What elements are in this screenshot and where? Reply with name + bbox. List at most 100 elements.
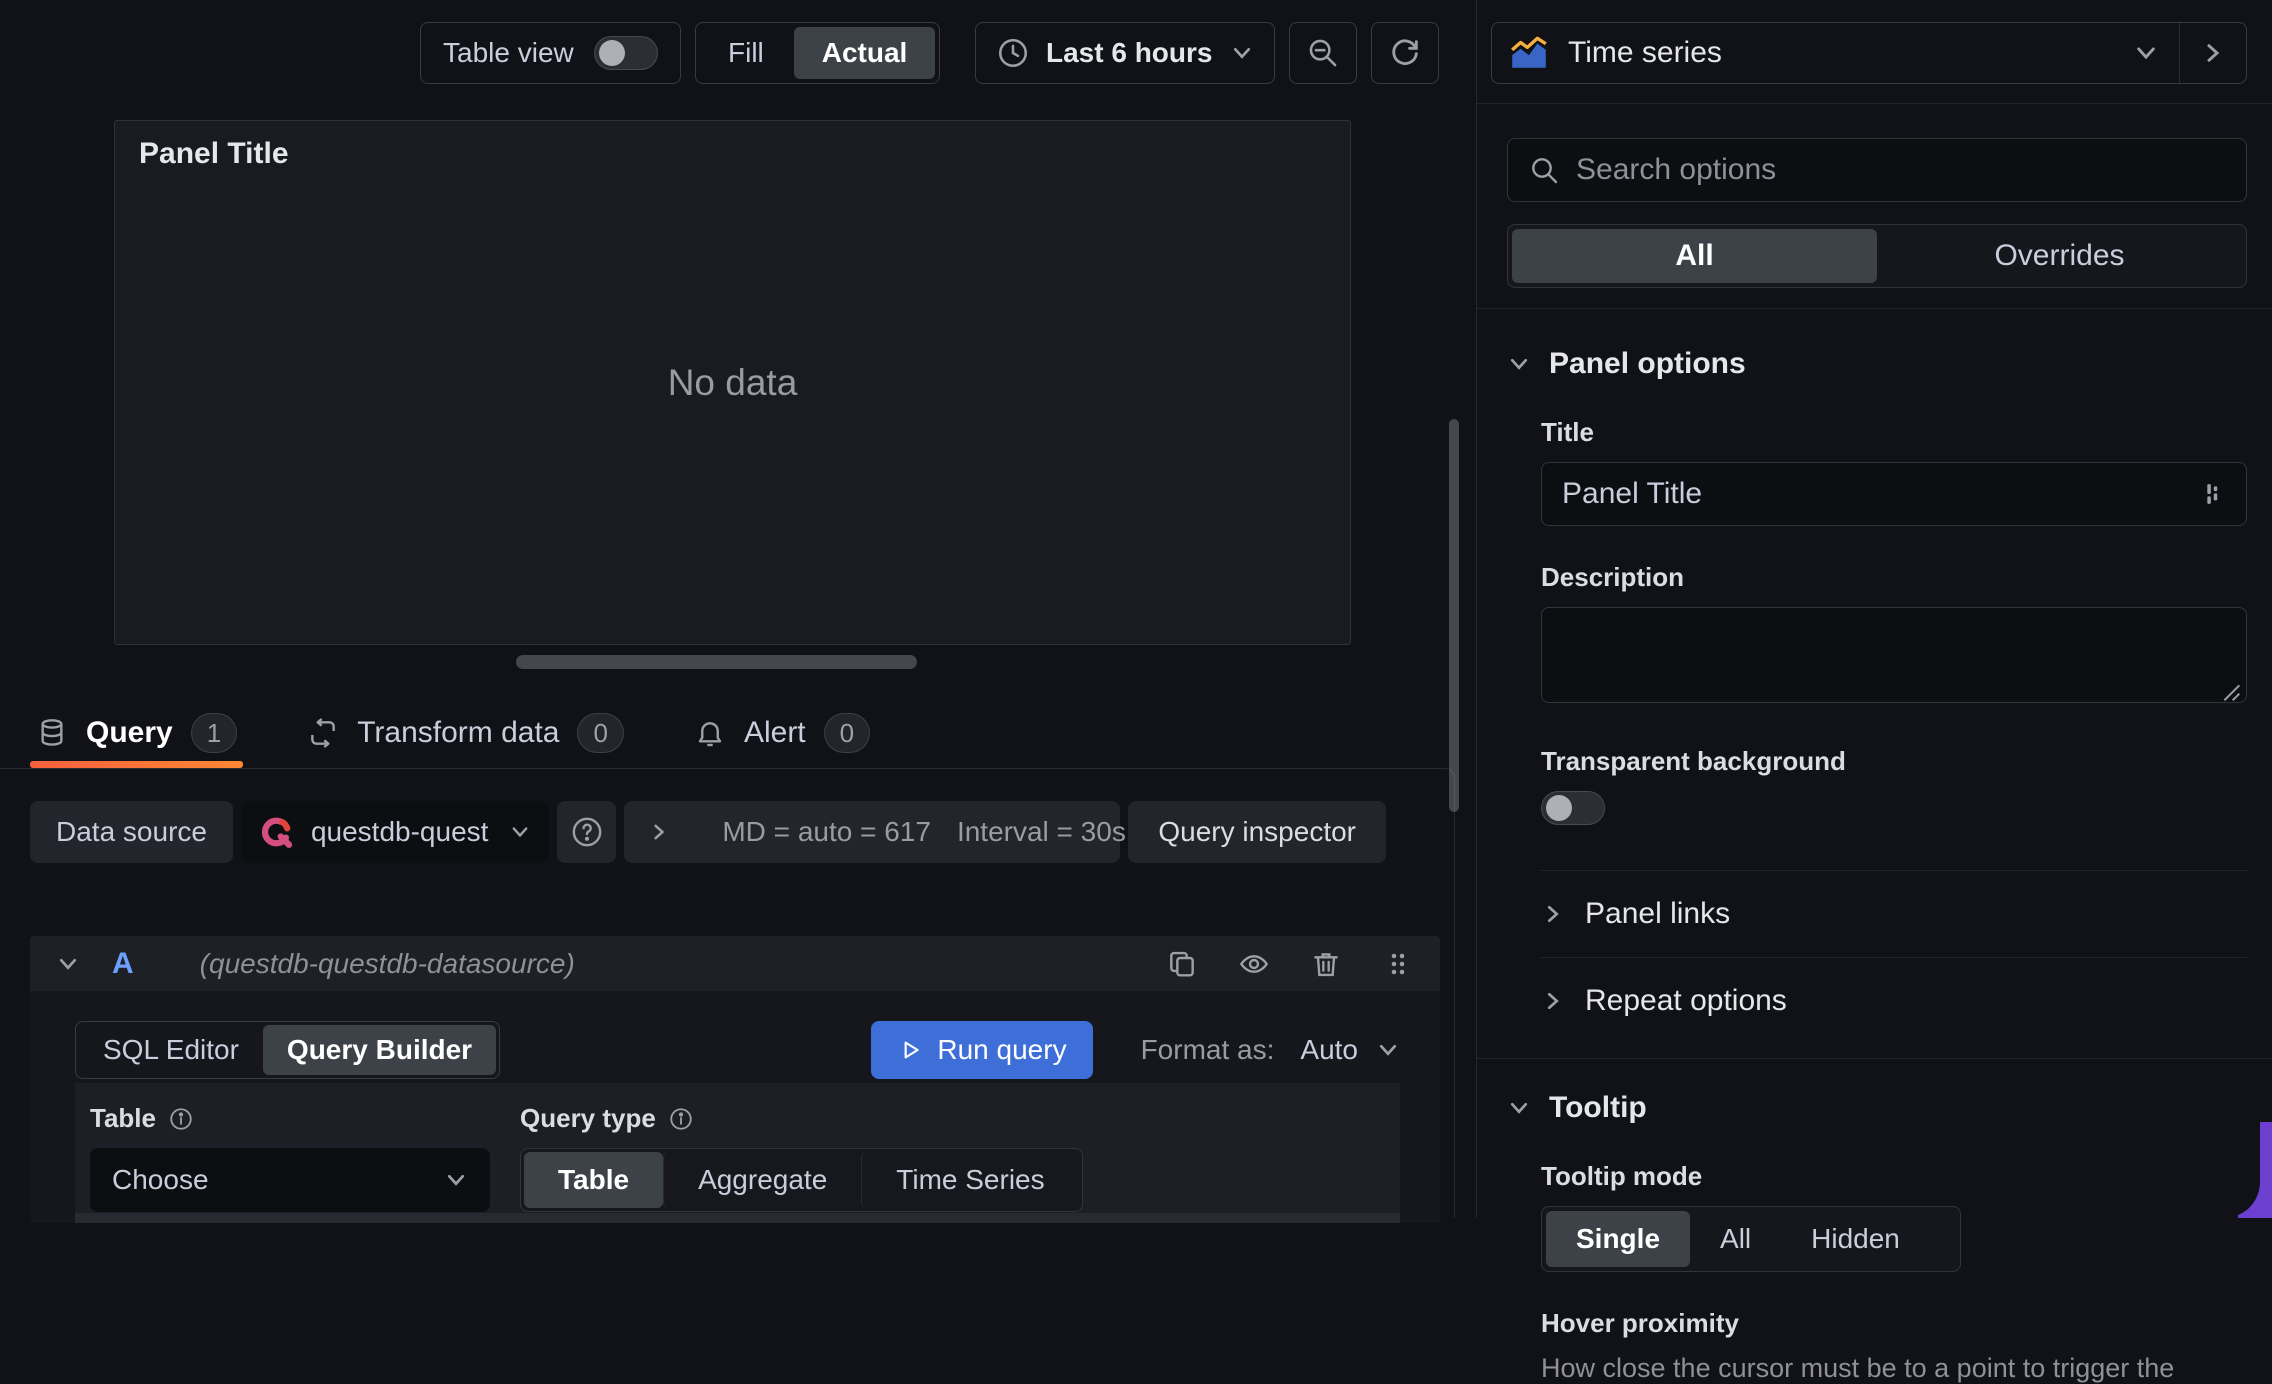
- query-type-table[interactable]: Table: [524, 1152, 664, 1208]
- clock-icon: [998, 38, 1028, 68]
- actual-option[interactable]: Actual: [793, 27, 936, 79]
- query-builder-option[interactable]: Query Builder: [262, 1025, 497, 1075]
- query-options-summary[interactable]: MD = auto = 617 Interval = 30s: [624, 801, 1126, 863]
- panel-options-title: Panel options: [1549, 347, 1746, 380]
- toggle-knob: [598, 40, 625, 66]
- chevron-down-icon: [1233, 47, 1251, 59]
- time-range-picker[interactable]: Last 6 hours: [975, 22, 1275, 84]
- timeseries-viz-icon: [1511, 36, 1547, 68]
- repeat-options-label: Repeat options: [1585, 984, 1787, 1017]
- datasource-help-button[interactable]: [557, 801, 617, 863]
- datasource-picker[interactable]: questdb-quest: [240, 801, 550, 863]
- drag-handle-icon[interactable]: [1382, 948, 1414, 980]
- chevron-right-icon: [654, 824, 665, 840]
- bell-icon: [698, 722, 722, 747]
- options-search-input[interactable]: [1576, 153, 2226, 187]
- hide-query-icon[interactable]: [1238, 948, 1270, 980]
- chevron-right-icon: [1547, 992, 1559, 1010]
- format-as-value[interactable]: Auto: [1300, 1034, 1358, 1066]
- search-icon: [1532, 158, 1558, 184]
- duplicate-query-icon[interactable]: [1166, 948, 1198, 980]
- datasource-label: Data source: [30, 801, 233, 863]
- query-type-aggregate[interactable]: Aggregate: [663, 1152, 861, 1208]
- table-field-label: Table: [90, 1103, 490, 1134]
- query-type-timeseries[interactable]: Time Series: [861, 1152, 1078, 1208]
- repeat-options-section[interactable]: Repeat options: [1541, 958, 2247, 1044]
- sql-editor-option[interactable]: SQL Editor: [79, 1025, 263, 1075]
- query-inspector-button[interactable]: Query inspector: [1128, 801, 1386, 863]
- panel-title: Panel Title: [139, 137, 289, 170]
- divider: [1477, 103, 2272, 104]
- collapse-pane-icon[interactable]: [2200, 40, 2226, 66]
- time-range-label: Last 6 hours: [1046, 37, 1213, 68]
- run-query-button[interactable]: Run query: [871, 1021, 1093, 1079]
- query-row-body: SQL Editor Query Builder Run query Forma…: [30, 991, 1440, 1223]
- chevron-down-icon: [2137, 47, 2155, 60]
- corner-mask: [2110, 1068, 2260, 1218]
- panel-options-body: Title Description Transparent background…: [1541, 417, 2247, 1044]
- options-filter-tabs: All Overrides: [1507, 224, 2247, 288]
- options-sections: Panel options Title Description Transpar…: [1477, 309, 2272, 1384]
- visualization-picker[interactable]: Time series: [1491, 22, 2247, 84]
- chevron-down-icon[interactable]: [1376, 1038, 1400, 1062]
- transparent-bg-label: Transparent background: [1541, 746, 1846, 776]
- hover-proximity-label: Hover proximity: [1541, 1308, 1739, 1338]
- tooltip-mode-single[interactable]: Single: [1546, 1211, 1691, 1267]
- description-textarea[interactable]: [1541, 607, 2247, 703]
- query-datasource-hint: (questdb-questdb-datasource): [199, 947, 575, 979]
- panel-title-input[interactable]: [1562, 477, 2198, 511]
- panel-title-field: [1541, 462, 2247, 526]
- zoom-out-icon: [1309, 39, 1337, 67]
- tooltip-mode-all[interactable]: All: [1690, 1211, 1781, 1267]
- options-pane: Time series All Overrides Panel options …: [1476, 0, 2272, 1383]
- horizontal-resize-handle[interactable]: [516, 655, 917, 669]
- next-section-strip: [75, 1213, 1400, 1223]
- description-field-label: Description: [1541, 562, 1685, 592]
- toggle-knob: [1546, 795, 1572, 821]
- max-data-points-summary: MD = auto = 617: [722, 816, 931, 847]
- transparent-bg-toggle[interactable]: [1541, 791, 1605, 825]
- query-type-field: Query type Table Aggregate Time Series: [520, 1103, 1083, 1223]
- query-type-group: Table Aggregate Time Series: [520, 1148, 1083, 1212]
- info-icon: [170, 1107, 192, 1130]
- editor-mode-row: SQL Editor Query Builder Run query Forma…: [75, 1021, 1400, 1079]
- datalinks-suggestion-icon[interactable]: [2198, 480, 2226, 508]
- query-type-label-text: Query type: [520, 1103, 656, 1133]
- filter-tab-all[interactable]: All: [1512, 229, 1877, 283]
- table-field: Table Choose: [90, 1103, 490, 1223]
- query-row-actions: [1166, 948, 1414, 980]
- filter-tab-overrides[interactable]: Overrides: [1877, 229, 2242, 283]
- tooltip-mode-hidden[interactable]: Hidden: [1781, 1211, 1930, 1267]
- options-search[interactable]: [1507, 138, 2247, 202]
- description-field: [1541, 607, 2247, 710]
- fill-option[interactable]: Fill: [700, 27, 792, 79]
- query-type-label: Query type: [520, 1103, 1083, 1134]
- chevron-down-icon: [512, 827, 528, 838]
- table-view-label: Table view: [443, 37, 574, 68]
- panel-options-header[interactable]: Panel options: [1507, 347, 2247, 381]
- query-row-header[interactable]: A (questdb-questdb-datasource): [30, 936, 1440, 991]
- panel-links-section[interactable]: Panel links: [1541, 871, 2247, 957]
- tab-query[interactable]: Query 1: [30, 698, 244, 768]
- delete-query-icon[interactable]: [1310, 948, 1342, 980]
- hover-proximity-description: How close the cursor must be to a point …: [1541, 1353, 2175, 1383]
- transform-icon: [311, 718, 336, 748]
- collapse-chevron-icon[interactable]: [56, 952, 80, 976]
- table-select[interactable]: Choose: [90, 1148, 490, 1212]
- refresh-button[interactable]: [1371, 22, 1439, 84]
- tab-query-count: 1: [190, 713, 238, 753]
- query-ref-id: A: [112, 946, 134, 980]
- zoom-out-button[interactable]: [1289, 22, 1357, 84]
- format-as-label: Format as:: [1140, 1034, 1275, 1065]
- table-view-toggle[interactable]: [593, 36, 658, 70]
- tab-alert-label: Alert: [743, 716, 806, 749]
- run-query-label: Run query: [937, 1034, 1067, 1065]
- tab-alert[interactable]: Alert 0: [688, 698, 876, 768]
- tab-transform-data[interactable]: Transform data 0: [301, 698, 630, 768]
- chevron-down-icon: [1510, 358, 1528, 370]
- query-row-a: A (questdb-questdb-datasource) SQL Edito…: [30, 936, 1440, 1223]
- panel-links-label: Panel links: [1585, 897, 1731, 930]
- panel-options-section: Panel options Title Description Transpar…: [1477, 309, 2272, 1044]
- datasource-name: questdb-quest: [310, 816, 489, 847]
- tab-alert-count: 0: [823, 713, 871, 753]
